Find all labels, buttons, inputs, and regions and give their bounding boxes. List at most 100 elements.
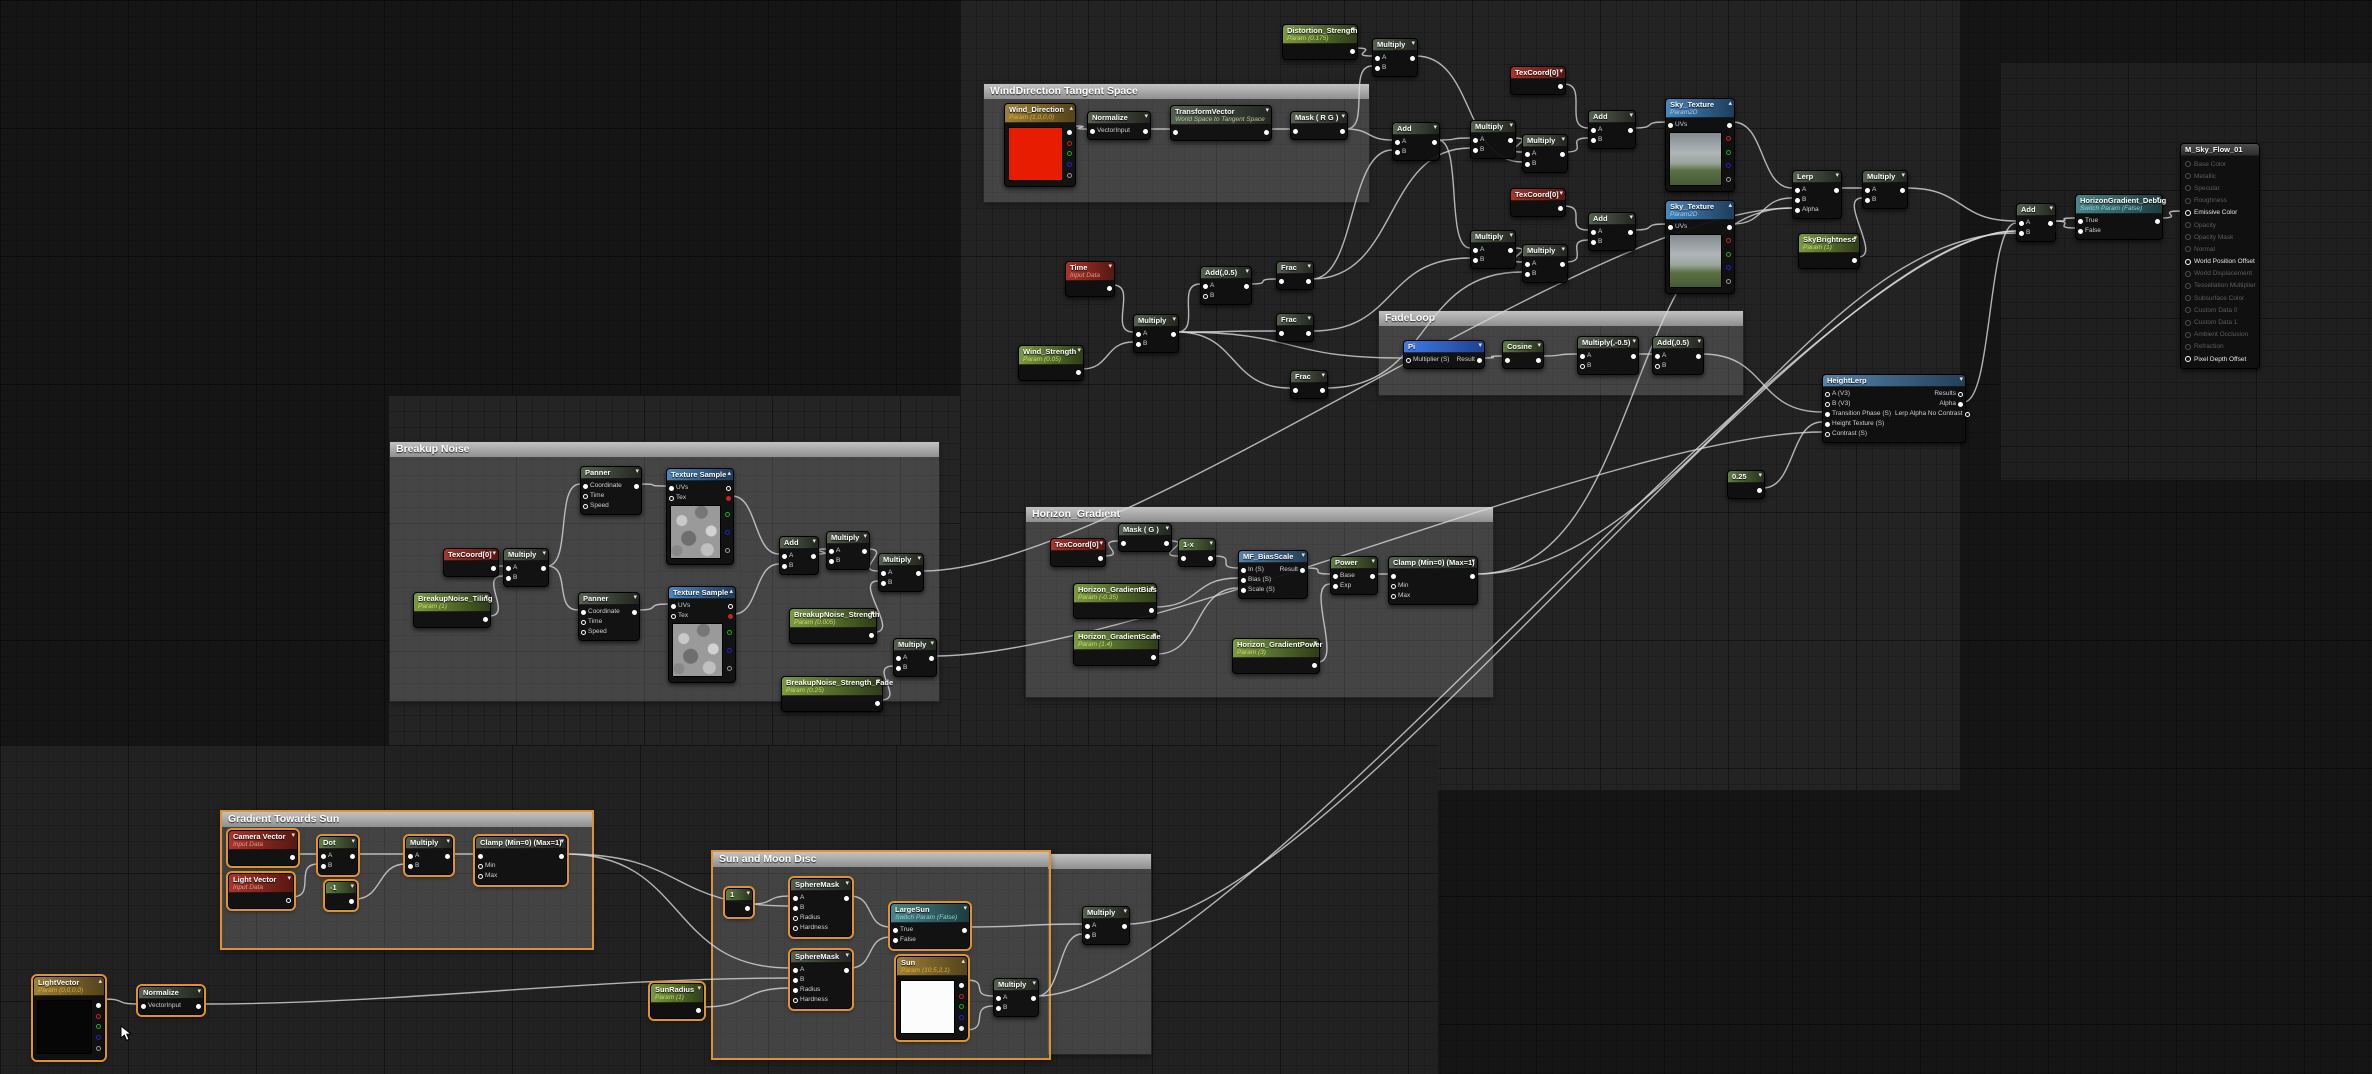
node-wind-strength[interactable]: Wind_StrengthParam (0.05)▾ (1018, 345, 1084, 381)
input-pin[interactable] (583, 504, 588, 509)
input-pin[interactable] (1391, 594, 1396, 599)
input-pin[interactable] (2078, 229, 2083, 234)
node-spheremask[interactable]: SphereMask▾ABRadiusHardness (790, 950, 852, 1009)
output-pin[interactable] (959, 1015, 964, 1020)
collapse-caret-icon[interactable]: ▾ (1632, 337, 1636, 346)
node-clamp-min-0-max-1[interactable]: Clamp (Min=0) (Max=1)▾MinMax (475, 836, 567, 885)
node-transformvector[interactable]: TransformVectorWorld Space to Tangent Sp… (1170, 105, 1272, 141)
node-multiply-0-5[interactable]: Multiply(,-0.5)▾AB (1577, 336, 1639, 375)
collapse-caret-icon[interactable]: ▾ (1471, 557, 1475, 566)
node-breakupnoise-strength[interactable]: BreakupNoise_StrengthParam (0.005)▾ (789, 608, 877, 644)
output-pin[interactable] (1696, 354, 1701, 359)
collapse-caret-icon[interactable]: ▾ (1099, 539, 1103, 548)
input-pin[interactable] (829, 549, 834, 554)
node-panner[interactable]: Panner▾CoordinateTimeSpeed (580, 466, 642, 515)
collapse-caret-icon[interactable]: ▾ (1150, 584, 1154, 593)
output-pin[interactable] (1164, 541, 1169, 546)
input-pin[interactable] (782, 564, 787, 569)
collapse-caret-icon[interactable]: ▾ (870, 609, 874, 618)
collapse-caret-icon[interactable]: ▾ (1959, 375, 1963, 384)
input-pin[interactable] (1580, 354, 1585, 359)
input-pin[interactable] (2019, 221, 2024, 226)
node-frac[interactable]: Frac▾ (1276, 313, 1314, 342)
node-multiply[interactable]: Multiply▾AB (1082, 906, 1130, 945)
output-pin[interactable] (634, 484, 639, 489)
output-pin[interactable] (811, 554, 816, 559)
collapse-caret-icon[interactable]: ▴ (98, 977, 102, 986)
output-pin[interactable] (1067, 130, 1072, 135)
input-pin[interactable] (671, 604, 676, 609)
input-pin[interactable] (2019, 231, 2024, 236)
output-pin[interactable] (725, 512, 730, 517)
collapse-caret-icon[interactable]: ▾ (635, 467, 639, 476)
output-pin[interactable] (1306, 331, 1311, 336)
material-input-pin[interactable] (2185, 332, 2191, 338)
collapse-caret-icon[interactable]: ▾ (1341, 112, 1345, 121)
collapse-caret-icon[interactable]: ▾ (351, 837, 355, 846)
collapse-caret-icon[interactable]: ▾ (560, 837, 564, 846)
output-pin[interactable] (1477, 358, 1482, 363)
output-pin[interactable] (1306, 279, 1311, 284)
output-pin[interactable] (727, 666, 732, 671)
node-texcoord-0[interactable]: TexCoord[0]▾ (1050, 538, 1106, 567)
collapse-caret-icon[interactable]: ▾ (1629, 213, 1633, 222)
node-texcoord-0[interactable]: TexCoord[0]▾ (1510, 66, 1566, 95)
input-pin[interactable] (1525, 162, 1530, 167)
output-pin[interactable] (1264, 130, 1269, 135)
collapse-caret-icon[interactable]: ▾ (287, 874, 291, 883)
collapse-caret-icon[interactable]: ▾ (1901, 171, 1905, 180)
collapse-caret-icon[interactable]: ▾ (1165, 524, 1169, 533)
input-pin[interactable] (1473, 138, 1478, 143)
node-1-x[interactable]: 1-x▾ (1178, 538, 1216, 567)
output-pin[interactable] (1122, 924, 1127, 929)
input-pin[interactable] (996, 1006, 1001, 1011)
output-pin[interactable] (727, 630, 732, 635)
input-pin[interactable] (829, 559, 834, 564)
node-add-0-5[interactable]: Add(,0.5)▾AB (1200, 266, 1252, 305)
output-pin[interactable] (1900, 188, 1905, 193)
node-multiply[interactable]: Multiply▾AB (405, 836, 453, 875)
output-pin[interactable] (844, 896, 849, 901)
input-pin[interactable] (1085, 934, 1090, 939)
input-pin[interactable] (1825, 422, 1830, 427)
input-pin[interactable] (1825, 412, 1830, 417)
input-pin[interactable] (1865, 188, 1870, 193)
input-pin[interactable] (1525, 272, 1530, 277)
comment-title[interactable]: FadeLoop (1379, 311, 1743, 326)
node-multiply[interactable]: Multiply▾AB (993, 978, 1039, 1017)
material-input-pin[interactable] (2185, 356, 2191, 362)
input-pin[interactable] (1591, 230, 1596, 235)
output-pin[interactable] (1628, 128, 1633, 133)
node-1[interactable]: 1▾ (725, 888, 753, 917)
input-pin[interactable] (506, 566, 511, 571)
output-pin[interactable] (96, 1014, 101, 1019)
collapse-caret-icon[interactable]: ▴ (1069, 104, 1073, 113)
collapse-caret-icon[interactable]: ▾ (1697, 337, 1701, 346)
material-input-pin[interactable] (2185, 283, 2191, 289)
material-input-pin[interactable] (2185, 271, 2191, 277)
collapse-caret-icon[interactable]: ▾ (1307, 314, 1311, 323)
node-lerp[interactable]: Lerp▾ABAlpha (1792, 170, 1842, 219)
node-horizon-gradientpower[interactable]: Horizon_GradientPowerParam (3)▾ (1232, 638, 1320, 674)
collapse-caret-icon[interactable]: ▾ (1307, 262, 1311, 271)
output-pin[interactable] (1726, 136, 1731, 141)
output-pin[interactable] (286, 898, 291, 903)
comment-title[interactable] (1048, 854, 1151, 869)
node-multiply[interactable]: Multiply▾AB (1470, 230, 1516, 269)
output-pin[interactable] (844, 968, 849, 973)
output-pin[interactable] (96, 1035, 101, 1040)
material-input-pin[interactable] (2185, 173, 2191, 179)
output-pin[interactable] (1076, 370, 1081, 375)
input-pin[interactable] (1591, 128, 1596, 133)
collapse-caret-icon[interactable]: ▾ (1559, 67, 1563, 76)
output-pin[interactable] (1370, 574, 1375, 579)
output-pin[interactable] (350, 854, 355, 859)
collapse-caret-icon[interactable]: ▾ (917, 554, 921, 563)
output-pin[interactable] (1726, 279, 1731, 284)
collapse-caret-icon[interactable]: ▾ (1313, 639, 1317, 648)
node-frac[interactable]: Frac▾ (1276, 261, 1314, 290)
node-largesun[interactable]: LargeSunSwitch Param (False)▾TrueFalse (890, 903, 970, 949)
collapse-caret-icon[interactable]: ▾ (484, 593, 488, 602)
input-pin[interactable] (1655, 364, 1660, 369)
output-pin[interactable] (962, 928, 967, 933)
